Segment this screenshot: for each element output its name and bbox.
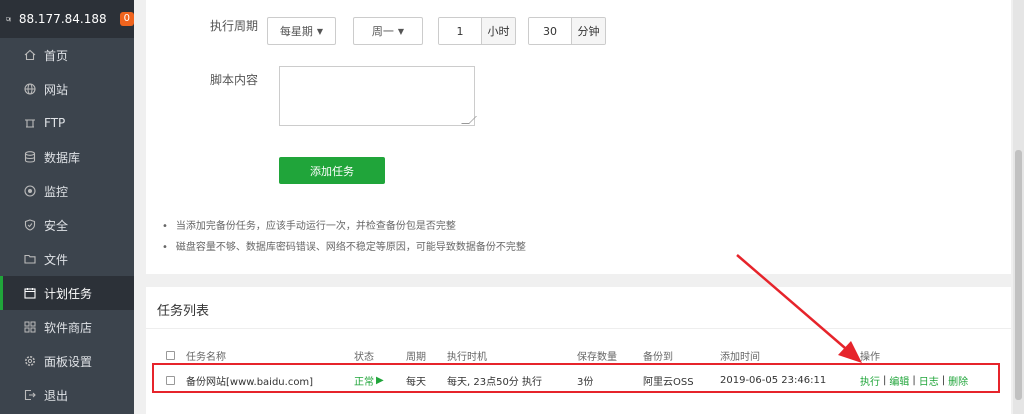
hour-unit: 小时 — [481, 18, 515, 44]
sidebar-item-files[interactable]: 文件 — [0, 242, 134, 276]
col-status: 状态 — [354, 351, 374, 363]
period-type-value: 每星期 — [279, 25, 313, 38]
notification-badge[interactable]: 0 — [119, 12, 134, 26]
col-backup-to: 备份到 — [643, 351, 673, 363]
sidebar-item-home[interactable]: 首页 — [0, 38, 134, 72]
script-textarea[interactable] — [279, 66, 477, 126]
sidebar-item-label: 面板设置 — [44, 354, 93, 369]
server-ip: 88.177.84.188 — [18, 12, 107, 26]
resize-grip-icon[interactable] — [461, 116, 477, 124]
sidebar-item-label: 数据库 — [44, 150, 81, 165]
task-period: 每天 — [406, 376, 426, 388]
weekday-value: 周一 — [371, 25, 394, 38]
delete-link[interactable]: 删除 — [948, 373, 968, 388]
tips-list: 当添加完备份任务，应该手动运行一次，并检查备份包是否完整 磁盘容量不够、数据库密… — [162, 216, 526, 258]
sidebar: 88.177.84.188 0 首页 网站 FTP 数据库 监控 安全 文件 计… — [0, 0, 134, 414]
task-added: 2019-06-05 23:46:11 — [720, 374, 827, 386]
minute-unit: 分钟 — [571, 18, 605, 44]
col-keep: 保存数量 — [577, 351, 617, 363]
shield-icon — [23, 219, 36, 232]
logout-icon — [23, 389, 36, 402]
server-header: 88.177.84.188 0 — [0, 0, 134, 38]
sidebar-item-label: 首页 — [44, 48, 69, 63]
task-name: 备份网站[www.baidu.com] — [186, 376, 314, 388]
divider — [146, 328, 1011, 329]
calendar-icon — [23, 287, 36, 300]
sidebar-item-label: 安全 — [44, 218, 69, 233]
globe-icon — [23, 83, 36, 96]
task-timing: 每天, 23点50分 执行 — [447, 376, 542, 388]
col-ops: 操作 — [860, 351, 880, 363]
tip-item: 磁盘容量不够、数据库密码错误、网络不稳定等原因，可能导致数据备份不完整 — [162, 237, 526, 258]
sidebar-item-settings[interactable]: 面板设置 — [0, 344, 134, 378]
task-status[interactable]: 正常 ▶ — [354, 368, 384, 392]
task-list-panel: 任务列表 任务名称 状态 周期 执行时机 保存数量 备份到 添加时间 操作 备份… — [146, 287, 1011, 414]
sidebar-item-website[interactable]: 网站 — [0, 72, 134, 106]
sidebar-item-store[interactable]: 软件商店 — [0, 310, 134, 344]
server-monitor-icon — [6, 17, 11, 21]
sidebar-item-label: 网站 — [44, 82, 69, 97]
col-timing: 执行时机 — [447, 351, 487, 363]
hour-input[interactable]: 1 — [439, 18, 481, 44]
table-header: 任务名称 状态 周期 执行时机 保存数量 备份到 添加时间 操作 — [156, 344, 1001, 366]
minute-input[interactable]: 30 — [529, 18, 571, 44]
main-content: 执行周期 每星期 ▼ 周一 ▼ 1 小时 30 分钟 脚本内容 添加任务 • 当… — [134, 0, 1024, 414]
col-name: 任务名称 — [186, 351, 226, 363]
log-link[interactable]: 日志 — [919, 373, 939, 388]
task-backup-to: 阿里云OSS — [643, 376, 694, 388]
sidebar-item-label: 软件商店 — [44, 320, 93, 335]
sidebar-item-monitor[interactable]: 监控 — [0, 174, 134, 208]
sidebar-item-label: 监控 — [44, 184, 69, 199]
tip-item: 当添加完备份任务，应该手动运行一次，并检查备份包是否完整 — [162, 216, 526, 237]
col-period: 周期 — [406, 351, 426, 363]
hour-input-group: 1 小时 — [438, 17, 516, 45]
task-ops: 执行 | 编辑 | 日志 | 删除 — [860, 373, 969, 388]
vertical-scrollbar[interactable] — [1013, 0, 1024, 414]
task-keep: 3份 — [577, 376, 594, 388]
sidebar-item-database[interactable]: 数据库 — [0, 140, 134, 174]
sidebar-item-logout[interactable]: 退出 — [0, 378, 134, 412]
col-added: 添加时间 — [720, 351, 760, 363]
weekday-dropdown[interactable]: 周一 ▼ — [353, 17, 423, 45]
sidebar-item-label: 退出 — [44, 388, 69, 403]
sidebar-item-label: 计划任务 — [44, 286, 93, 301]
ftp-icon — [23, 117, 36, 130]
sidebar-item-security[interactable]: 安全 — [0, 208, 134, 242]
home-icon — [23, 49, 36, 62]
monitor-icon — [23, 185, 36, 198]
database-icon — [23, 151, 36, 164]
table-row: 备份网站[www.baidu.com] 正常 ▶ 每天 每天, 23点50分 执行… — [156, 368, 1001, 392]
select-all-checkbox[interactable] — [166, 350, 175, 360]
caret-down-icon: ▼ — [316, 26, 324, 36]
sidebar-item-cron[interactable]: 计划任务 — [0, 276, 134, 310]
sidebar-item-label: 文件 — [44, 252, 69, 267]
period-label: 执行周期 — [210, 19, 259, 33]
scrollbar-thumb[interactable] — [1015, 150, 1022, 400]
sidebar-item-label: FTP — [44, 116, 66, 130]
apps-icon — [23, 321, 36, 334]
edit-link[interactable]: 编辑 — [889, 373, 909, 388]
add-task-panel: 执行周期 每星期 ▼ 周一 ▼ 1 小时 30 分钟 脚本内容 添加任务 • 当… — [146, 0, 1011, 274]
script-label: 脚本内容 — [210, 73, 259, 87]
gear-icon — [23, 355, 36, 368]
add-task-button[interactable]: 添加任务 — [279, 157, 385, 184]
play-icon: ▶ — [376, 374, 384, 386]
row-checkbox[interactable] — [166, 375, 175, 385]
run-link[interactable]: 执行 — [860, 373, 880, 388]
sidebar-item-ftp[interactable]: FTP — [0, 106, 134, 140]
folder-icon — [23, 253, 36, 266]
task-status-text: 正常 — [354, 376, 374, 388]
task-list-title: 任务列表 — [157, 304, 210, 319]
minute-input-group: 30 分钟 — [528, 17, 606, 45]
period-type-dropdown[interactable]: 每星期 ▼ — [267, 17, 336, 45]
caret-down-icon: ▼ — [397, 26, 405, 36]
